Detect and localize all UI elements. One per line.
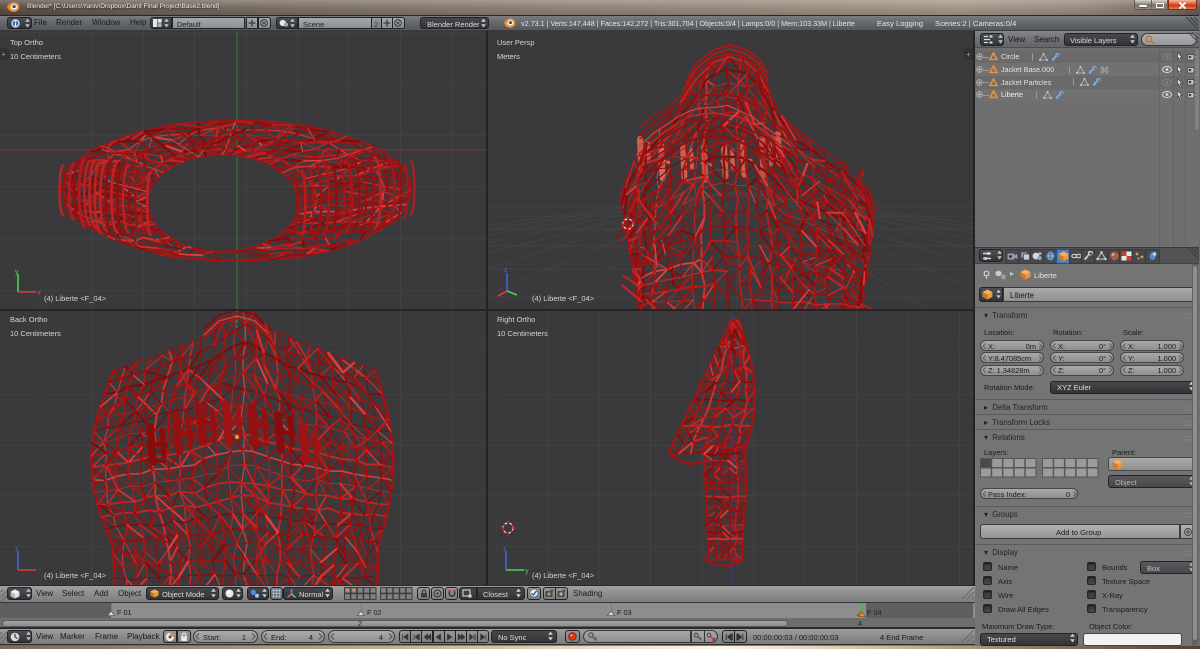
- svg-text:z: z: [504, 267, 508, 274]
- svg-text:z: z: [503, 546, 507, 553]
- svg-text:z: z: [15, 546, 19, 553]
- svg-text:y: y: [525, 568, 529, 575]
